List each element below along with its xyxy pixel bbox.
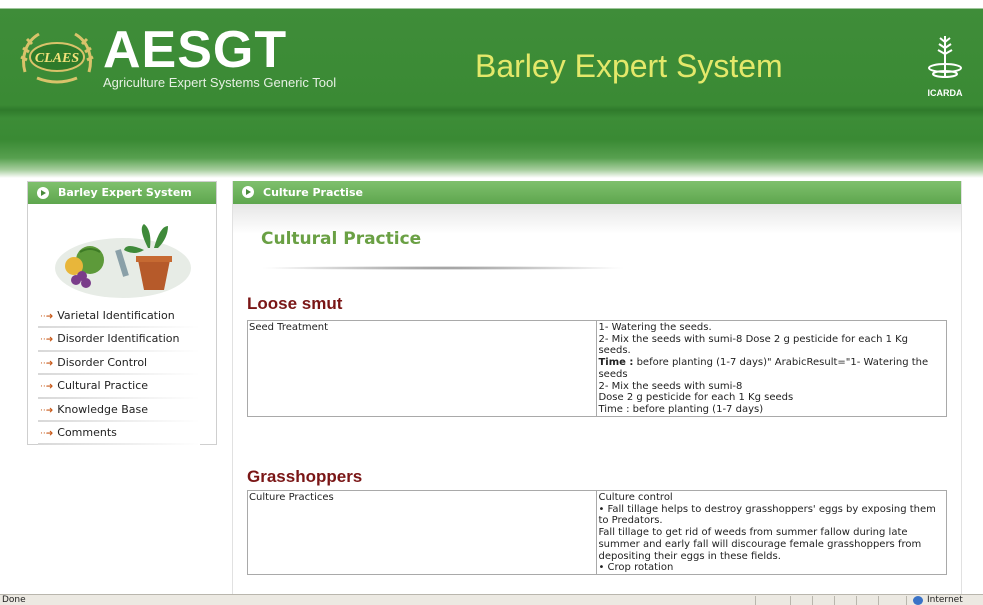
sidebar-header: Barley Expert System — [28, 182, 216, 204]
sidebar-item-disorder-identification[interactable]: ··➜ Disorder Identification — [28, 329, 218, 353]
sidebar-item-label: Disorder Identification — [57, 332, 180, 346]
value-line: • Fall tillage helps to destroy grasshop… — [598, 503, 936, 515]
table-cell-label: Seed Treatment — [249, 322, 329, 333]
grasshoppers-table: Culture Practices Culture control • Fall… — [247, 490, 947, 575]
security-zone-text: Internet — [927, 595, 963, 605]
sidebar-item-comments[interactable]: ··➜ Comments — [28, 423, 218, 446]
value-line: • Crop rotation — [598, 562, 674, 574]
globe-icon — [913, 596, 923, 605]
status-divider — [790, 596, 791, 605]
wheat-icon — [928, 36, 962, 78]
value-line: seeds. — [598, 345, 631, 357]
arrow-icon: ··➜ — [40, 382, 54, 393]
value-line: to Predators. — [598, 515, 663, 527]
status-divider — [906, 596, 907, 605]
status-divider — [812, 596, 813, 605]
status-divider — [834, 596, 835, 605]
site-header: CLAES AESGT Agriculture Expert Systems G… — [0, 0, 983, 178]
value-line: seeds — [598, 368, 628, 380]
sidebar-header-title: Barley Expert System — [58, 186, 192, 199]
icarda-label: ICARDA — [927, 88, 963, 98]
title-divider — [263, 266, 623, 270]
value-line: Dose 2 g pesticide for each 1 Kg seeds — [598, 392, 794, 404]
fruits-plant-image — [48, 220, 198, 302]
system-title: Barley Expert System — [475, 48, 783, 84]
main-content: Culture Practise Cultural Practice Loose… — [232, 181, 962, 605]
sidebar-item-varietal-identification[interactable]: ··➜ Varietal Identification — [28, 306, 218, 329]
status-divider — [878, 596, 879, 605]
value-line: Fall tillage to get rid of weeds from su… — [598, 527, 908, 539]
sidebar-item-label: Knowledge Base — [57, 402, 149, 416]
claes-logo: CLAES — [19, 30, 95, 88]
sidebar-item-label: Comments — [57, 425, 117, 439]
section-title-loose-smut: Loose smut — [247, 294, 343, 313]
sidebar-item-cultural-practice[interactable]: ··➜ Cultural Practice — [28, 376, 218, 399]
value-line: Time : before planting (1-7 days)" Arabi… — [598, 357, 944, 369]
value-line: Time : before planting (1-7 days) — [598, 403, 764, 415]
status-text: Done — [2, 595, 26, 605]
value-line: 1- Watering the seeds. — [598, 322, 712, 333]
arrow-icon: ··➜ — [40, 428, 54, 439]
sidebar-item-disorder-control[interactable]: ··➜ Disorder Control — [28, 353, 218, 376]
arrow-icon: ··➜ — [40, 405, 54, 416]
sidebar-nav: ··➜ Varietal Identification ··➜ Disorder I… — [28, 306, 218, 446]
svg-text:CLAES: CLAES — [35, 51, 80, 66]
app-title: AESGT — [103, 21, 288, 79]
content-header-title: Culture Practise — [263, 186, 363, 199]
section-title-grasshoppers: Grasshoppers — [247, 467, 363, 486]
arrow-icon: ··➜ — [40, 358, 54, 369]
table-row: Seed Treatment 1- Watering the seeds. 2-… — [248, 320, 947, 417]
status-divider — [856, 596, 857, 605]
sidebar-item-label: Varietal Identification — [57, 309, 175, 322]
value-line: 2- Mix the seeds with sumi-8 Dose 2 g pe… — [598, 333, 909, 345]
arrow-icon: ··➜ — [40, 335, 54, 346]
content-header: Culture Practise — [233, 181, 961, 204]
table-cell-value: 1- Watering the seeds. 2- Mix the seeds … — [596, 320, 947, 417]
value-line: summer and early fall will discourage fe… — [598, 538, 922, 550]
value-line: depositing their eggs in these fields. — [598, 550, 781, 562]
page-title: Cultural Practice — [261, 229, 422, 249]
sidebar-item-label: Disorder Control — [57, 355, 148, 369]
browser-status-bar: Done Internet — [0, 594, 983, 605]
status-divider — [755, 596, 756, 605]
play-icon — [242, 186, 254, 198]
table-cell-label: Culture Practices — [249, 492, 334, 503]
sidebar-item-knowledge-base[interactable]: ··➜ Knowledge Base — [28, 400, 218, 423]
arrow-icon: ··➜ — [40, 312, 54, 322]
icarda-logo: ICARDA — [920, 32, 970, 98]
sidebar: Barley Expert System ··➜ Varietal Identif… — [27, 181, 218, 446]
loose-smut-table: Seed Treatment 1- Watering the seeds. 2-… — [247, 320, 947, 417]
sidebar-item-label: Cultural Practice — [57, 379, 149, 393]
table-row: Culture Practices Culture control • Fall… — [248, 490, 947, 575]
value-line: 2- Mix the seeds with sumi-8 — [598, 380, 743, 392]
value-line: Culture control — [598, 492, 673, 503]
value-text: before planting (1-7 days)" ArabicResult… — [633, 357, 929, 369]
time-label: Time : — [598, 357, 634, 369]
app-subtitle: Agriculture Expert Systems Generic Tool — [103, 75, 337, 90]
play-icon — [37, 187, 49, 199]
table-cell-value: Culture control • Fall tillage helps to … — [596, 490, 947, 575]
